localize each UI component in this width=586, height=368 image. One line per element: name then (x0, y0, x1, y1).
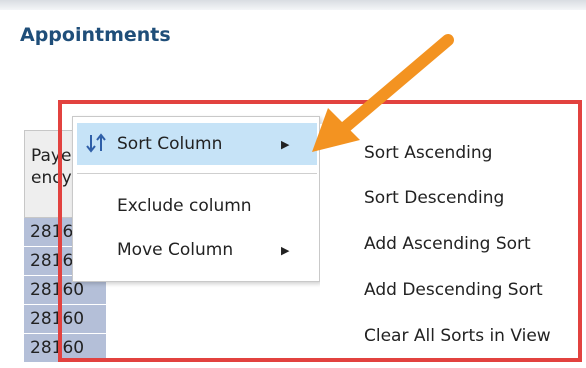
annotation-arrow-icon (312, 34, 454, 152)
page-title: Appointments (20, 24, 171, 46)
top-bar (0, 0, 586, 10)
